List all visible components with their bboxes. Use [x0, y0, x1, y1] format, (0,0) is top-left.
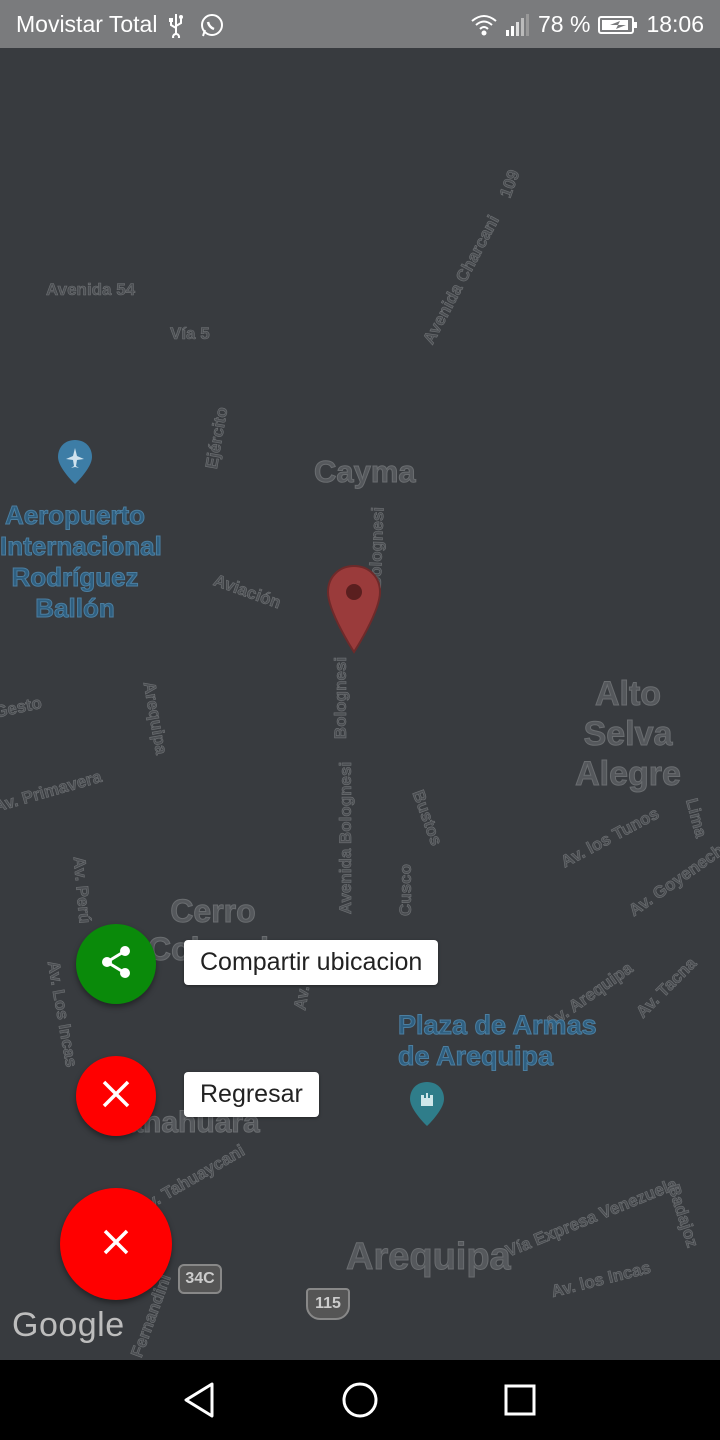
whatsapp-icon	[199, 12, 225, 38]
road-label: Av. Tacna	[632, 953, 701, 1022]
home-nav-icon[interactable]	[338, 1378, 382, 1422]
wifi-icon	[470, 12, 497, 38]
recents-nav-icon[interactable]	[498, 1378, 542, 1422]
landmark-pin-icon[interactable]	[410, 1082, 444, 1131]
airport-pin-icon[interactable]	[58, 440, 92, 489]
place-label-cayma: Cayma	[314, 454, 417, 490]
close-icon	[100, 1078, 132, 1115]
road-label: Ejército	[201, 405, 232, 471]
airport-label: Aeropuerto Internacional Rodríguez Balló…	[0, 500, 162, 624]
road-label: Av. los Tunos	[557, 803, 663, 872]
road-label: Av. los Incas	[549, 1257, 653, 1302]
road-label: Vía Expresa Venezuela	[502, 1174, 681, 1261]
road-label: Gesto	[0, 693, 44, 722]
status-bar: Movistar Total 78 % 18:06	[0, 0, 720, 48]
road-label: Avenida Charcani	[419, 212, 504, 348]
back-nav-icon[interactable]	[178, 1378, 222, 1422]
signal-icon	[504, 12, 530, 38]
battery-percent: 78 %	[538, 11, 591, 37]
carrier-name: Movistar Total	[16, 11, 158, 37]
back-button[interactable]	[76, 1056, 156, 1136]
close-icon	[102, 1228, 130, 1261]
place-label-alto-selva-alegre: Alto Selva Alegre	[575, 675, 682, 794]
map-view[interactable]: Avenida 54 Vía 5 Avenida Charcani 109 Ej…	[0, 48, 720, 1360]
road-label: Bustos	[408, 787, 447, 849]
road-label: Aviación	[211, 570, 284, 613]
road-label: Av. Goyeneche	[625, 835, 720, 921]
road-label: Avenida 54	[46, 280, 136, 300]
route-shield: 115	[306, 1288, 350, 1320]
place-label-plaza-de-armas: Plaza de Armas de Arequipa	[398, 1010, 598, 1072]
share-icon	[96, 942, 136, 987]
google-logo: Google	[12, 1306, 125, 1344]
road-label: Av. Primavera	[0, 767, 104, 817]
back-label[interactable]: Regresar	[184, 1072, 319, 1117]
share-location-button[interactable]	[76, 924, 156, 1004]
road-label: Bolognesi	[331, 656, 351, 740]
road-label: Arequipa	[139, 679, 172, 756]
road-label: 109	[495, 167, 524, 201]
road-label: Av. Los Incas	[43, 959, 82, 1069]
battery-charging-icon	[598, 12, 638, 38]
road-label: Av. Perú	[69, 855, 95, 925]
fab-menu-toggle-button[interactable]	[60, 1188, 172, 1300]
road-label: Avenida Bolognesi	[336, 761, 356, 915]
navigation-bar	[0, 1360, 720, 1440]
share-location-label[interactable]: Compartir ubicacion	[184, 940, 439, 985]
road-label: Cusco	[395, 864, 416, 917]
road-label: Vía 5	[170, 324, 210, 344]
place-label-arequipa: Arequipa	[346, 1236, 512, 1279]
route-shield: 34C	[178, 1264, 222, 1294]
road-label: Lima	[682, 796, 711, 840]
clock: 18:06	[646, 11, 704, 37]
location-marker-icon[interactable]	[326, 564, 382, 659]
usb-icon	[165, 12, 191, 41]
road-label: Av.	[290, 984, 314, 1012]
road-label: Badajoz	[663, 1181, 703, 1250]
